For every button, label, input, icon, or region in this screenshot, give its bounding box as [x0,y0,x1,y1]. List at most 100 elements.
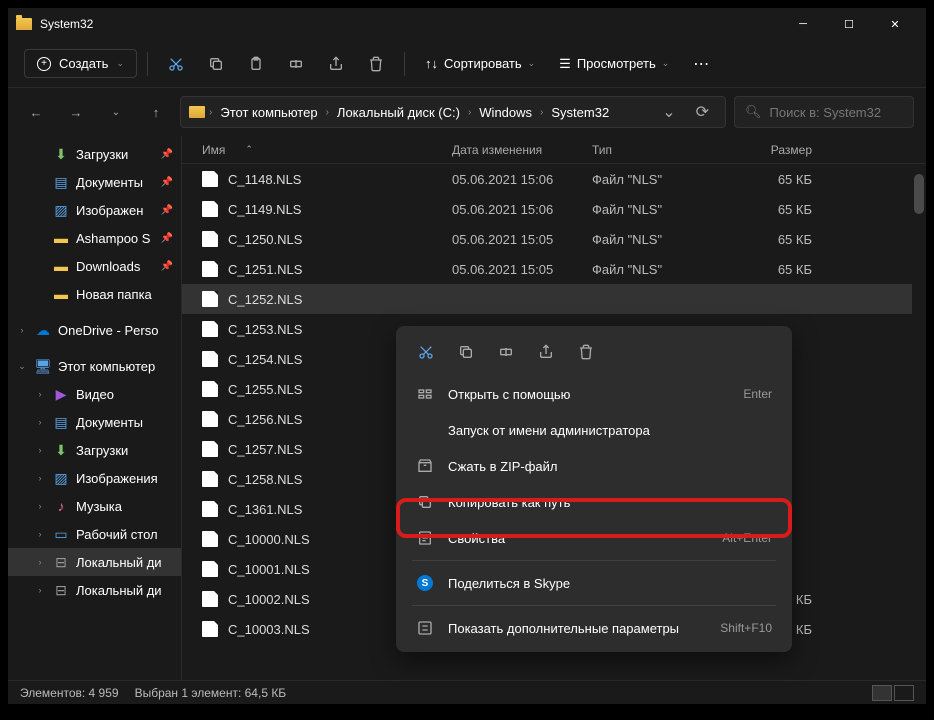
ctx-item[interactable]: Показать дополнительные параметрыShift+F… [402,610,786,646]
recent-button[interactable]: ⌄ [100,96,132,128]
rename-button[interactable] [278,46,314,82]
file-row[interactable]: C_1250.NLS05.06.2021 15:05Файл "NLS"65 К… [182,224,926,254]
item-icon: ▤ [52,173,70,191]
delete-button[interactable] [358,46,394,82]
sidebar-label: Рабочий стол [76,527,158,542]
copy-button[interactable] [198,46,234,82]
share-button[interactable] [318,46,354,82]
ctx-label: Копировать как путь [448,495,772,510]
scrollbar-thumb[interactable] [914,174,924,214]
file-size: 65 КБ [732,232,812,247]
pin-icon: 📌 [161,205,173,216]
list-view-button[interactable] [872,685,892,701]
grid-view-button[interactable] [894,685,914,701]
ctx-icon [416,385,434,403]
item-icon: ▨ [52,201,70,219]
search-input[interactable]: 🔍︎ Поиск в: System32 [734,96,914,128]
paste-button[interactable] [238,46,274,82]
scrollbar[interactable] [912,164,926,680]
ctx-toolbar [402,332,786,376]
sidebar-label: Downloads [76,259,140,274]
sidebar-item[interactable]: ›☁OneDrive - Perso [8,316,181,344]
file-name: C_1252.NLS [228,292,452,307]
sidebar-item[interactable]: ▨ Изображен 📌 [8,196,181,224]
plus-icon: + [37,57,51,71]
ctx-copy-button[interactable] [448,336,484,368]
file-icon [202,171,218,187]
address-bar[interactable]: › Этот компьютер › Локальный диск (C:) ›… [180,96,726,128]
sort-button[interactable]: ↑↓ Сортировать ⌄ [415,50,545,77]
ctx-item[interactable]: СвойстваAlt+Enter [402,520,786,556]
item-icon: ▬ [52,285,70,303]
ctx-item[interactable]: Запуск от имени администратора [402,412,786,448]
sidebar-item[interactable]: ⬇Загрузки📌 [8,140,181,168]
crumb-system32[interactable]: System32 [547,103,613,122]
col-size[interactable]: Размер [732,143,812,157]
view-button[interactable]: ☰ Просмотреть ⌄ [549,50,679,78]
sidebar-item[interactable]: ▤Документы📌 [8,168,181,196]
file-name: C_1148.NLS [228,172,452,187]
item-icon: ▬ [52,257,70,275]
item-icon: ⬇ [52,145,70,163]
search-icon: 🔍︎ [745,104,762,120]
sidebar-item[interactable]: ▬Downloads📌 [8,252,181,280]
ctx-label: Свойства [448,531,708,546]
expand-icon: › [34,585,46,595]
sidebar-item[interactable]: ›⊟Локальный ди [8,576,181,604]
crumb-windows[interactable]: Windows [475,103,536,122]
ctx-item[interactable]: Сжать в ZIP-файл [402,448,786,484]
file-icon [202,621,218,637]
sidebar-item[interactable]: ›⬇Загрузки [8,436,181,464]
up-button[interactable]: ↑ [140,96,172,128]
more-button[interactable]: ⋯ [683,46,719,82]
navbar: ← → ⌄ ↑ › Этот компьютер › Локальный дис… [8,88,926,136]
sidebar-item[interactable]: ›♪Музыка [8,492,181,520]
sidebar-item[interactable]: ▬Ashampoo S📌 [8,224,181,252]
file-date: 05.06.2021 15:06 [452,172,592,187]
ctx-item[interactable]: SПоделиться в Skype [402,565,786,601]
file-icon [202,351,218,367]
crumb-drive[interactable]: Локальный диск (C:) [333,103,464,122]
file-row[interactable]: C_1148.NLS05.06.2021 15:06Файл "NLS"65 К… [182,164,926,194]
sidebar-item[interactable]: ›▭Рабочий стол [8,520,181,548]
forward-button[interactable]: → [60,96,92,128]
ctx-icon [416,493,434,511]
expand-icon: ⌄ [16,361,28,372]
addr-chevron[interactable]: ⌄ [654,98,683,126]
back-button[interactable]: ← [20,96,52,128]
col-name[interactable]: Имя [202,143,225,157]
close-button[interactable]: ✕ [872,8,918,40]
sidebar-item[interactable]: ▬Новая папка [8,280,181,308]
ctx-rename-button[interactable] [488,336,524,368]
ctx-delete-button[interactable] [568,336,604,368]
refresh-button[interactable]: ⟳ [688,98,717,126]
ctx-cut-button[interactable] [408,336,444,368]
sidebar-item[interactable]: ›▶Видео [8,380,181,408]
ctx-item[interactable]: Открыть с помощьюEnter [402,376,786,412]
ctx-item[interactable]: Копировать как путь [402,484,786,520]
file-row[interactable]: C_1251.NLS05.06.2021 15:05Файл "NLS"65 К… [182,254,926,284]
sidebar-item[interactable]: ›▤Документы [8,408,181,436]
expand-icon: › [34,557,46,567]
sidebar-label: Изображения [76,471,158,486]
file-row[interactable]: C_1149.NLS05.06.2021 15:06Файл "NLS"65 К… [182,194,926,224]
file-row[interactable]: C_1252.NLS [182,284,926,314]
ctx-share-button[interactable] [528,336,564,368]
minimize-button[interactable]: ─ [780,8,826,40]
crumb-pc[interactable]: Этот компьютер [216,103,321,122]
sidebar-label: Изображен [76,203,143,218]
ctx-icon [416,421,434,439]
ctx-label: Запуск от имени администратора [448,423,772,438]
separator [147,52,148,76]
item-icon: ⊟ [52,581,70,599]
sidebar-item[interactable]: ›⊟Локальный ди [8,548,181,576]
sidebar-item[interactable]: ⌄🖥Этот компьютер [8,352,181,380]
col-type[interactable]: Тип [592,143,732,157]
new-button[interactable]: + Создать ⌄ [24,49,137,78]
sidebar-item[interactable]: ›▨Изображения [8,464,181,492]
cut-button[interactable] [158,46,194,82]
maximize-button[interactable]: ☐ [826,8,872,40]
item-icon: ▬ [52,229,70,247]
col-date[interactable]: Дата изменения [452,143,592,157]
ctx-separator [412,560,776,561]
